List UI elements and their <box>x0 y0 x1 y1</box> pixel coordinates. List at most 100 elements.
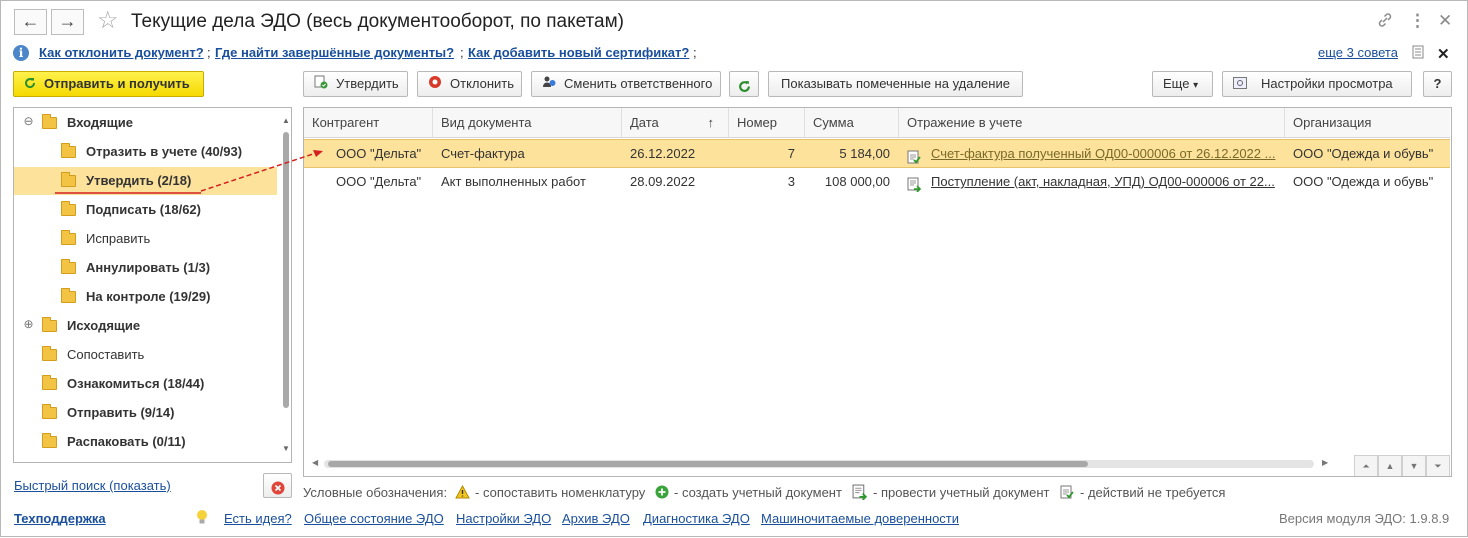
cell-doc-type: Акт выполненных работ <box>441 174 586 189</box>
approve-label: Утвердить <box>336 76 399 91</box>
col-header-number[interactable]: Номер <box>729 108 805 138</box>
more-label: Еще <box>1163 76 1190 91</box>
tree-item-label: Сопоставить <box>67 347 145 362</box>
folder-icon <box>42 114 57 129</box>
footer-bar: Техподдержка Есть идея? Общее состояние … <box>1 510 1467 531</box>
tree-item-label: Исходящие <box>67 318 141 333</box>
folder-icon <box>42 346 57 361</box>
warning-icon <box>455 484 470 502</box>
col-header-organization[interactable]: Организация <box>1285 108 1450 138</box>
clear-filter-button[interactable] <box>263 473 292 498</box>
expand-icon[interactable]: ⊕ <box>23 318 34 331</box>
back-button[interactable]: ← <box>14 9 47 35</box>
tree-item-control[interactable]: На контроле (19/29) <box>14 283 277 311</box>
tree-item-send[interactable]: Отправить (9/14) <box>14 399 277 427</box>
tree-item-review[interactable]: Ознакомиться (18/44) <box>14 370 277 398</box>
reject-label: Отклонить <box>450 76 515 91</box>
tree-item-match[interactable]: Сопоставить <box>14 341 277 369</box>
grid-hscroll-thumb[interactable] <box>328 461 1088 467</box>
scroll-left-icon[interactable]: ◀ <box>312 458 318 467</box>
scroll-right-icon[interactable]: ▶ <box>1322 458 1328 467</box>
grid-hscrollbar[interactable] <box>324 460 1314 468</box>
page-up-button[interactable]: ▲ <box>1378 455 1402 476</box>
tree-item-fix[interactable]: Исправить <box>14 225 277 253</box>
arrow-right-icon: → <box>58 11 77 31</box>
tips-bar: i Как отклонить документ? ; Где найти за… <box>1 43 1467 65</box>
scroll-to-top-button[interactable]: ⏶ <box>1354 455 1378 476</box>
tip-link-3[interactable]: Как добавить новый сертификат? <box>468 45 689 60</box>
send-receive-button[interactable]: Отправить и получить <box>13 71 204 97</box>
cell-counterparty: ООО "Дельта" <box>336 174 422 189</box>
cell-date: 26.12.2022 <box>630 146 696 161</box>
help-button[interactable]: ? <box>1423 71 1452 97</box>
menu-dots-icon[interactable]: ⋮ <box>1409 11 1426 31</box>
scroll-down-icon[interactable]: ▼ <box>282 444 290 453</box>
tree-item-label: На контроле (19/29) <box>86 289 211 304</box>
close-window-icon[interactable]: ✕ <box>1438 11 1452 31</box>
reject-button[interactable]: Отклонить <box>417 71 522 97</box>
forward-button[interactable]: → <box>51 9 84 35</box>
tree-item-sign[interactable]: Подписать (18/62) <box>14 196 277 224</box>
folder-icon <box>61 143 76 158</box>
post-document-icon <box>907 168 925 196</box>
reject-icon <box>428 73 442 97</box>
document-icon[interactable] <box>1412 45 1424 62</box>
table-row[interactable]: ООО "Дельта" Акт выполненных работ 28.09… <box>304 168 1450 197</box>
col-header-date-label: Дата <box>630 115 659 130</box>
cell-sum: 108 000,00 <box>824 174 890 189</box>
view-settings-button[interactable]: Настройки просмотра <box>1222 71 1412 97</box>
tree-item-outgoing[interactable]: ⊕ Исходящие <box>14 312 277 340</box>
edo-status-link[interactable]: Общее состояние ЭДО <box>304 511 444 526</box>
more-tips-link[interactable]: еще 3 совета <box>1318 45 1398 60</box>
legend-no-action: - действий не требуется <box>1080 485 1226 500</box>
tree-item-reflect[interactable]: Отразить в учете (40/93) <box>14 138 277 166</box>
tip-link-1[interactable]: Как отклонить документ? <box>39 45 204 60</box>
tree-item-unpack[interactable]: Распаковать (0/11) <box>14 428 277 456</box>
link-icon[interactable] <box>1376 11 1394 34</box>
show-marked-deleted-button[interactable]: Показывать помеченные на удаление <box>768 71 1023 97</box>
cell-accounting-link[interactable]: Счет-фактура полученный ОД00-000006 от 2… <box>931 140 1281 168</box>
col-header-sum[interactable]: Сумма <box>805 108 899 138</box>
clear-icon <box>271 479 285 503</box>
edo-diagnostics-link[interactable]: Диагностика ЭДО <box>643 511 750 526</box>
change-responsible-button[interactable]: Сменить ответственного <box>531 71 721 97</box>
send-receive-label: Отправить и получить <box>44 76 190 91</box>
sort-asc-icon: ↑ <box>707 115 715 130</box>
scroll-to-bottom-button[interactable]: ⏷ <box>1426 455 1450 476</box>
edo-settings-link[interactable]: Настройки ЭДО <box>456 511 551 526</box>
page-down-button[interactable]: ▼ <box>1402 455 1426 476</box>
cell-accounting-link[interactable]: Поступление (акт, накладная, УПД) ОД00-0… <box>931 168 1281 196</box>
cell-number: 7 <box>787 146 795 161</box>
support-link[interactable]: Техподдержка <box>14 511 106 526</box>
quick-search-link[interactable]: Быстрый поиск (показать) <box>14 478 171 493</box>
col-header-counterparty[interactable]: Контрагент <box>304 108 433 138</box>
refresh-icon <box>738 77 751 101</box>
tree-item-cancel[interactable]: Аннулировать (1/3) <box>14 254 277 282</box>
refresh-button[interactable] <box>729 71 759 97</box>
close-tips-icon[interactable]: ✕ <box>1437 45 1450 63</box>
edo-archive-link[interactable]: Архив ЭДО <box>562 511 630 526</box>
more-button[interactable]: Еще ▾ <box>1152 71 1213 97</box>
idea-link[interactable]: Есть идея? <box>224 511 292 526</box>
tip-link-2[interactable]: Где найти завершённые документы? <box>215 45 454 60</box>
tree-item-label: Исправить <box>86 231 151 246</box>
folder-icon <box>42 433 57 448</box>
collapse-icon[interactable]: ⊖ <box>23 115 34 128</box>
table-row[interactable]: ООО "Дельта" Счет-фактура 26.12.2022 7 5… <box>304 139 1450 168</box>
favorite-star-icon[interactable]: ☆ <box>97 8 119 34</box>
tree-item-approve[interactable]: Утвердить (2/18) <box>14 167 277 195</box>
machine-readable-poa-link[interactable]: Машиночитаемые доверенности <box>761 511 959 526</box>
tree-item-incoming[interactable]: ⊖ Входящие <box>14 109 277 137</box>
col-header-doc-type[interactable]: Вид документа <box>433 108 622 138</box>
window-title: Текущие дела ЭДО (весь документооборот, … <box>131 11 625 32</box>
add-circle-icon <box>655 485 669 502</box>
tree-scroll-thumb[interactable] <box>283 132 289 408</box>
approve-button[interactable]: Утвердить <box>303 71 408 97</box>
folder-icon <box>42 375 57 390</box>
scroll-up-icon[interactable]: ▲ <box>282 116 290 125</box>
cell-organization: ООО "Одежда и обувь" <box>1293 146 1434 161</box>
legend-title: Условные обозначения: <box>303 485 448 500</box>
tree-scrollbar[interactable]: ▲ ▼ <box>281 116 291 453</box>
col-header-date[interactable]: Дата ↑ <box>622 108 729 138</box>
col-header-accounting[interactable]: Отражение в учете <box>899 108 1285 138</box>
